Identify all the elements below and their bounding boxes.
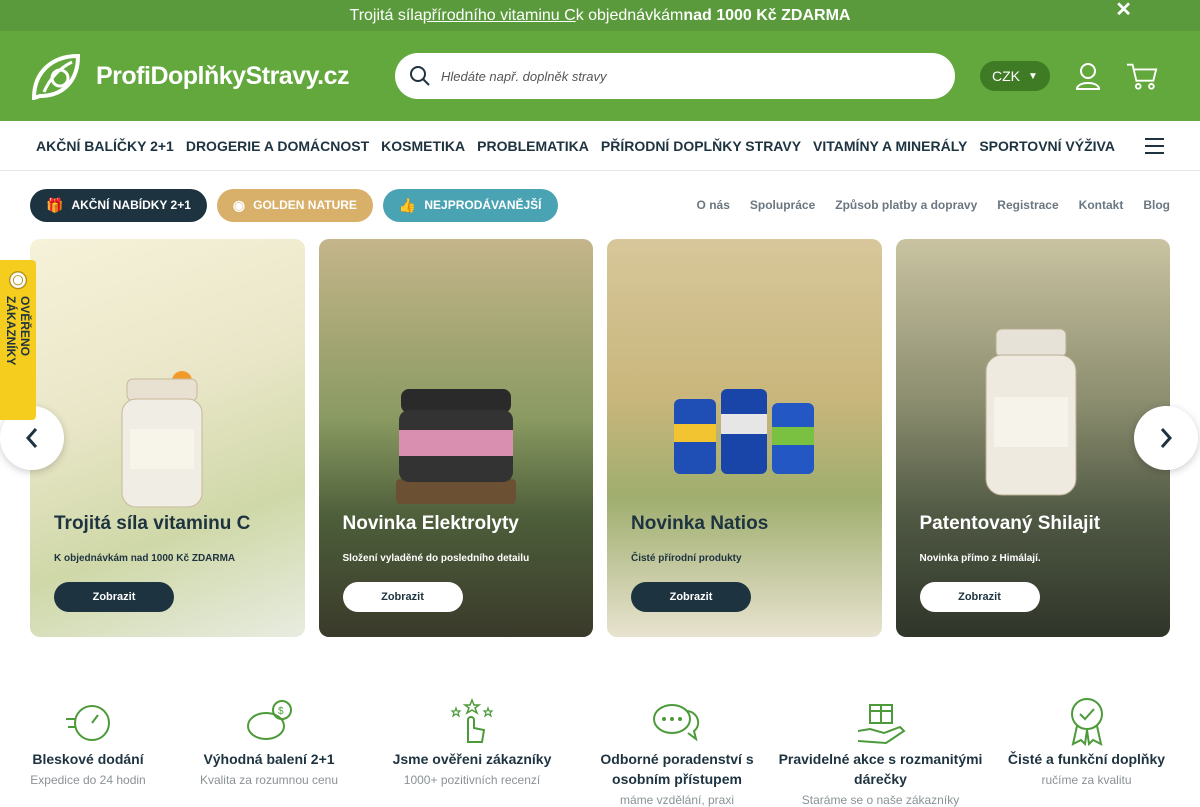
gift-hand-icon [772,695,989,747]
feature-sub: Staráme se o naše zákazníky [801,793,960,807]
chevron-down-icon: ▼ [1028,70,1038,82]
pill-golden-nature[interactable]: ◉ GOLDEN NATURE [216,188,373,222]
close-icon[interactable]: ✕ [1115,0,1132,20]
slide-card[interactable]: Patentovaný Shilajit Novinka přímo z Him… [895,239,1170,637]
click-stars-icon [362,695,582,747]
currency-value: CZK [992,68,1020,84]
user-icon[interactable] [1072,60,1104,92]
feature-title: Bleskové dodání [32,751,144,767]
chat-bubbles-icon [582,695,772,747]
elektrolyty-jar-image [395,389,516,504]
features-row: Bleskové dodání Expedice do 24 hodin $ V… [0,695,1200,807]
slide-card[interactable]: Novinka Elektrolyty Složení vyladěné do … [318,239,593,637]
slide-title: Novinka Elektrolyty [342,513,519,534]
link-blog[interactable]: Blog [1143,198,1170,212]
feature-title: Čisté a funkční doplňky [1007,751,1166,767]
feature-sub: Kvalita za rozumnou cenu [199,773,339,787]
golden-nature-icon: ◉ [232,196,246,213]
natios-bottles-image [674,389,814,474]
feature-title: Odborné poradenství s osobním přístupem [600,751,754,787]
nav-item-vitaminy[interactable]: VITAMÍNY A MINERÁLY [813,138,967,154]
slide-text: Novinka přímo z Himálají. [919,553,1041,564]
verified-seal-icon [8,271,28,290]
promo-text-b: k objednávkám [575,6,684,24]
piggy-bank-icon: $ [176,695,362,747]
verified-badge[interactable]: OVĚŘENO ZÁKAZNÍKY [0,260,36,420]
promo-link[interactable]: přírodního vitaminu C [423,7,576,25]
pill-label: NEJPRODÁVANĚJŠÍ [424,198,542,212]
header: ProfiDoplňkyStravy.cz CZK ▼ [0,31,1200,121]
currency-select[interactable]: CZK ▼ [980,61,1050,91]
nav-item-prirodni-doplnky[interactable]: PŘÍRODNÍ DOPLŇKY STRAVY [601,138,801,154]
slide-text: K objednávkám nad 1000 Kč ZDARMA [54,553,236,564]
slide-button[interactable]: Zobrazit [342,582,463,612]
link-spoluprace[interactable]: Spolupráce [750,198,815,212]
link-kontakt[interactable]: Kontakt [1079,198,1124,212]
slide-card[interactable]: Trojitá síla vitaminu C K objednávkám na… [30,239,305,637]
feature-title: Pravidelné akce s rozmanitými dárečky [778,751,983,787]
promo-bar: Trojitá síla přírodního vitaminu C k obj… [0,0,1200,31]
slide-button[interactable]: Zobrazit [54,582,174,612]
thumbs-up-icon: 👍 [398,196,417,213]
chevron-left-icon [25,428,38,448]
logo-leaf-icon [31,53,81,100]
slide-button[interactable]: Zobrazit [631,582,751,612]
svg-text:$: $ [278,706,284,717]
main-nav: AKČNÍ BALÍČKY 2+1 DROGERIE A DOMÁCNOST K… [0,121,1200,171]
gift-icon: 🎁 [46,196,64,213]
slide-text: Složení vyladěné do posledního detailu [342,553,530,564]
pill-label: AKČNÍ NABÍDKY 2+1 [71,198,191,212]
promo-bold: nad 1000 Kč ZDARMA [683,6,851,24]
slider-next-button[interactable] [1134,406,1198,470]
hero-slider: Trojitá síla vitaminu C K objednávkám na… [0,239,1198,637]
feature-sub: ručíme za kvalitu [1041,773,1132,787]
feature-item: Jsme ověřeni zákazníky 1000+ pozitivních… [362,695,582,807]
slide-title: Trojitá síla vitaminu C [54,513,251,534]
chevron-right-icon [1160,428,1173,448]
cart-icon[interactable] [1126,60,1158,92]
slide-card[interactable]: Novinka Natios Čisté přírodní produkty Z… [607,239,882,637]
subbar: 🎁 AKČNÍ NABÍDKY 2+1 ◉ GOLDEN NATURE 👍 NE… [0,171,1200,239]
feature-item: Odborné poradenství s osobním přístupem … [582,695,772,807]
link-registrace[interactable]: Registrace [997,198,1058,212]
nav-item-sportovni-vyziva[interactable]: SPORTOVNÍ VÝŽIVA [979,138,1115,154]
search-icon[interactable] [409,65,431,87]
logo-text: ProfiDoplňkyStravy.cz [96,61,350,90]
nav-item-akcni-balicky[interactable]: AKČNÍ BALÍČKY 2+1 [36,138,174,154]
slide-button[interactable]: Zobrazit [919,582,1040,612]
pill-akcni-nabidky[interactable]: 🎁 AKČNÍ NABÍDKY 2+1 [30,188,207,222]
quality-badge-icon [989,695,1184,747]
feature-item: $ Výhodná balení 2+1 Kvalita za rozumnou… [176,695,362,807]
promo-text-a: Trojitá síla [349,6,423,24]
nav-item-problematika[interactable]: PROBLEMATIKA [477,138,589,154]
slide-text: Čisté přírodní produkty [631,553,742,564]
search-box[interactable] [395,53,955,99]
link-platba-doprava[interactable]: Způsob platby a dopravy [835,198,977,212]
nav-item-drogerie[interactable]: DROGERIE A DOMÁCNOST [186,138,369,154]
verified-text: OVĚŘENO ZÁKAZNÍKY [4,296,32,366]
nav-item-kosmetika[interactable]: KOSMETIKA [381,138,465,154]
feature-title: Jsme ověřeni zákazníky [392,751,552,767]
feature-title: Výhodná balení 2+1 [203,751,335,767]
feature-sub: Expedice do 24 hodin [30,773,146,787]
shilajit-jar-image [985,328,1076,496]
pill-nejprodavanejsi[interactable]: 👍 NEJPRODÁVANĚJŠÍ [382,188,558,222]
vitamin-c-jar-image [121,371,203,508]
link-o-nas[interactable]: O nás [697,198,730,212]
menu-icon[interactable] [1144,137,1164,154]
stopwatch-icon [0,695,176,747]
search-input[interactable] [441,68,921,84]
feature-item: Bleskové dodání Expedice do 24 hodin [0,695,176,807]
feature-item: Čisté a funkční doplňky ručíme za kvalit… [989,695,1184,807]
feature-sub: 1000+ pozitivních recenzí [403,773,541,787]
slide-title: Novinka Natios [631,513,769,534]
feature-item: Pravidelné akce s rozmanitými dárečky St… [772,695,989,807]
logo[interactable]: ProfiDoplňkyStravy.cz [30,52,375,100]
pill-label: GOLDEN NATURE [253,198,357,212]
slide-title: Patentovaný Shilajit [919,513,1101,534]
secondary-links: O nás Spolupráce Způsob platby a dopravy… [697,198,1170,212]
feature-sub: máme vzdělání, praxi [619,793,735,807]
